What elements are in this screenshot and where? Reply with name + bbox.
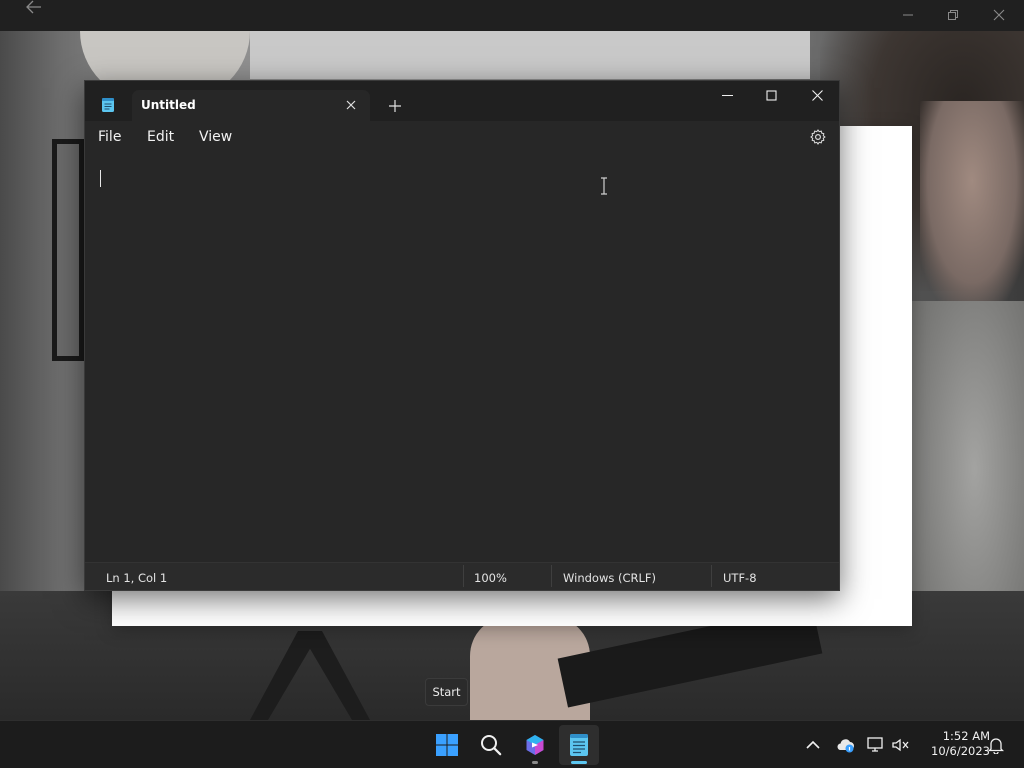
status-bar: Ln 1, Col 1 100% Windows (CRLF) UTF-8 <box>85 562 839 590</box>
menu-bar: File Edit View <box>85 121 839 153</box>
status-divider <box>551 565 552 587</box>
close-icon <box>811 89 823 101</box>
menu-file[interactable]: File <box>98 129 121 145</box>
maximize-button[interactable] <box>748 81 794 109</box>
tab-untitled[interactable]: Untitled <box>132 90 370 121</box>
chevron-up-icon <box>806 740 820 749</box>
status-divider <box>463 565 464 587</box>
copilot-icon <box>526 735 544 755</box>
outer-close-button[interactable] <box>976 0 1022 30</box>
ibeam-cursor-icon <box>601 177 607 195</box>
notepad-window: Untitled File Edit View Ln 1, Col 1 100%… <box>84 80 840 591</box>
outer-window-titlebar <box>0 0 1024 31</box>
running-indicator <box>532 761 538 764</box>
windows-start-icon <box>436 734 458 756</box>
notifications-button[interactable] <box>986 735 1006 755</box>
notepad-titlebar[interactable]: Untitled <box>85 81 839 121</box>
volume-button[interactable] <box>891 735 911 755</box>
taskbar: 1:52 AM 10/6/2023 <box>0 720 1024 768</box>
wall-shape <box>250 31 810 79</box>
menu-view[interactable]: View <box>199 129 232 145</box>
clock-time: 1:52 AM <box>942 729 990 743</box>
menu-edit[interactable]: Edit <box>147 129 174 145</box>
start-button[interactable] <box>427 725 467 765</box>
back-arrow-icon[interactable] <box>22 0 46 18</box>
settings-button[interactable] <box>809 128 827 146</box>
tab-title: Untitled <box>141 98 196 112</box>
active-indicator <box>571 761 587 764</box>
close-icon <box>346 100 356 110</box>
new-tab-button[interactable] <box>383 94 407 118</box>
clock-date: 10/6/2023 <box>931 744 990 758</box>
gear-icon <box>810 129 826 145</box>
network-button[interactable] <box>866 735 886 755</box>
notepad-icon <box>570 734 588 756</box>
status-encoding[interactable]: UTF-8 <box>723 571 757 585</box>
status-line-ending[interactable]: Windows (CRLF) <box>563 571 656 585</box>
notepad-taskbar-button[interactable] <box>559 725 599 765</box>
onedrive-button[interactable] <box>835 735 855 755</box>
status-zoom[interactable]: 100% <box>474 571 507 585</box>
plus-icon <box>389 100 401 112</box>
outer-restore-button[interactable] <box>930 0 976 30</box>
search-icon <box>481 735 502 756</box>
status-divider <box>711 565 712 587</box>
notepad-icon <box>101 97 115 113</box>
cloud-icon <box>837 739 854 753</box>
text-caret <box>100 170 101 187</box>
maximize-icon <box>765 89 777 101</box>
search-button[interactable] <box>471 725 511 765</box>
system-clock[interactable]: 1:52 AM 10/6/2023 <box>918 729 990 759</box>
copilot-button[interactable] <box>515 725 555 765</box>
close-tab-button[interactable] <box>342 96 360 114</box>
start-tooltip: Start <box>425 678 468 706</box>
picture-frame-shape <box>52 139 84 361</box>
network-icon <box>867 737 883 752</box>
minimize-button[interactable] <box>704 81 750 109</box>
close-button[interactable] <box>794 81 840 109</box>
show-hidden-icons-button[interactable] <box>803 735 823 755</box>
minimize-icon <box>721 94 733 96</box>
status-position: Ln 1, Col 1 <box>106 571 168 585</box>
person-face-shape <box>920 101 1024 301</box>
outer-minimize-button[interactable] <box>885 0 931 30</box>
bell-icon <box>988 738 1004 754</box>
text-editor-area[interactable] <box>85 153 839 564</box>
speaker-muted-icon <box>892 738 909 752</box>
